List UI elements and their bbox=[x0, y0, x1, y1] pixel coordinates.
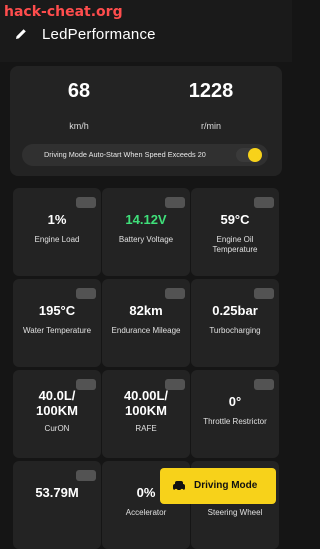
toggle-knob bbox=[248, 148, 262, 162]
page-title: LedPerformance bbox=[42, 26, 156, 43]
thermometer-icon bbox=[76, 288, 96, 299]
metric-value: 82km bbox=[129, 303, 163, 318]
metric-value: 40.0L/ 100KM bbox=[36, 388, 78, 418]
throttle-icon bbox=[254, 379, 274, 390]
metric-label: Accelerator bbox=[125, 508, 167, 517]
metric-label: Battery Voltage bbox=[118, 235, 174, 244]
metric-card: 40.00L/ 100KM RAFE bbox=[102, 370, 190, 458]
engine-icon bbox=[76, 197, 96, 208]
speed-rpm-panel: 68 1228 km/h r/min Driving Mode Auto-Sta… bbox=[10, 66, 282, 176]
metric-value: 53.79M bbox=[35, 485, 79, 500]
metric-card: 59°C Engine Oil Temperature bbox=[191, 188, 279, 276]
battery-icon bbox=[165, 197, 185, 208]
metric-label: Steering Wheel bbox=[207, 508, 263, 517]
metric-value: 14.12V bbox=[125, 212, 167, 227]
app-header: hack-cheat.org LedPerformance bbox=[0, 0, 292, 62]
metric-card: 14.12V Battery Voltage bbox=[102, 188, 190, 276]
rpm-unit: r/min bbox=[201, 121, 221, 131]
speed-value: 68 bbox=[67, 80, 91, 102]
turbo-icon bbox=[254, 288, 274, 299]
metric-label: RAFE bbox=[135, 424, 157, 433]
metric-card: 1% Engine Load bbox=[13, 188, 101, 276]
metric-label: CurON bbox=[44, 424, 70, 433]
metric-card: 40.0L/ 100KM CurON bbox=[13, 370, 101, 458]
metric-value: 40.00L/ 100KM bbox=[123, 388, 169, 418]
metric-label: Water Temperature bbox=[22, 326, 92, 335]
metric-card: 0° Throttle Restrictor bbox=[191, 370, 279, 458]
metric-label: Engine Load bbox=[34, 235, 80, 244]
metric-label: Engine Oil Temperature bbox=[212, 235, 258, 254]
pencil-icon[interactable] bbox=[14, 27, 28, 41]
metric-label: Endurance Mileage bbox=[111, 326, 181, 335]
metric-card: 53.79M bbox=[13, 461, 101, 549]
fuel-icon bbox=[165, 288, 185, 299]
metric-card: 82km Endurance Mileage bbox=[102, 279, 190, 367]
driving-mode-label: Driving Mode bbox=[194, 480, 258, 491]
metric-value: 1% bbox=[47, 212, 67, 227]
car-icon bbox=[173, 481, 185, 493]
rpm-value: 1228 bbox=[188, 80, 234, 102]
distance-icon bbox=[76, 470, 96, 481]
speed-unit: km/h bbox=[69, 121, 89, 131]
auto-start-row: Driving Mode Auto-Start When Speed Excee… bbox=[22, 144, 268, 166]
metric-card: 0.25bar Turbocharging bbox=[191, 279, 279, 367]
driving-mode-button[interactable]: Driving Mode bbox=[160, 468, 276, 504]
oil-icon bbox=[254, 197, 274, 208]
metric-label: Throttle Restrictor bbox=[203, 417, 267, 426]
auto-start-label: Driving Mode Auto-Start When Speed Excee… bbox=[44, 150, 206, 159]
auto-start-toggle[interactable] bbox=[236, 148, 262, 162]
metric-label: Turbocharging bbox=[209, 326, 261, 335]
metric-value: 0° bbox=[228, 394, 242, 409]
watermark: hack-cheat.org bbox=[4, 4, 123, 20]
metric-value: 0.25bar bbox=[212, 303, 258, 318]
metric-value: 195°C bbox=[38, 303, 76, 318]
metric-value: 59°C bbox=[220, 212, 250, 227]
metric-card: 195°C Water Temperature bbox=[13, 279, 101, 367]
